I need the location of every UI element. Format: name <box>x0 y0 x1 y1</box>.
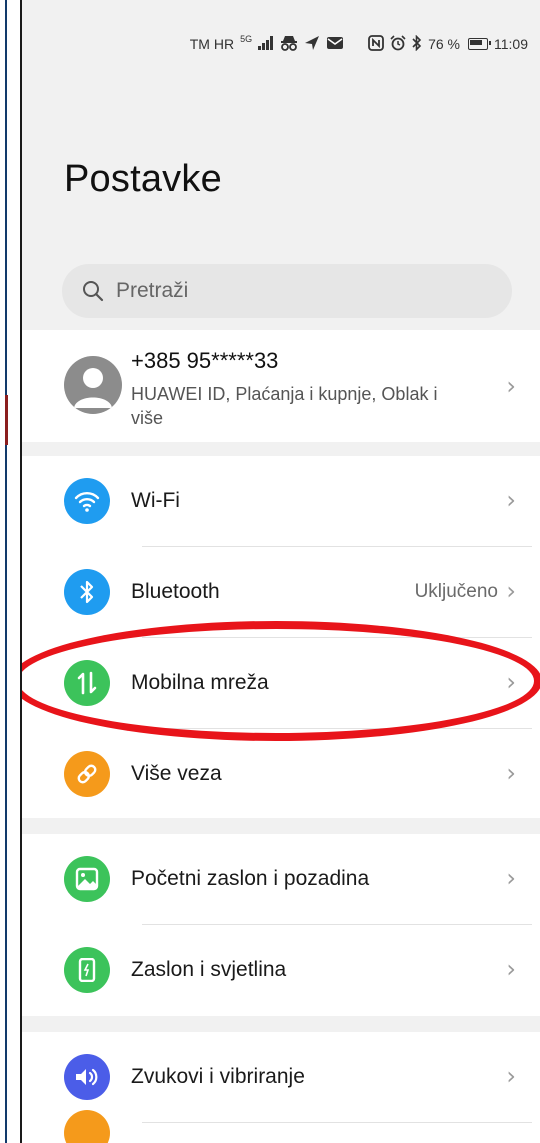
page-title: Postavke <box>64 158 222 200</box>
account-subtitle: HUAWEI ID, Plaćanja i kupnje, Oblak i vi… <box>131 384 438 428</box>
settings-item-label: Bluetooth <box>131 580 220 603</box>
connectivity-group: Wi-Fi › Bluetooth Uključeno › Mobilna mr… <box>22 456 540 818</box>
chevron-right-icon: › <box>506 486 516 514</box>
display-brightness-icon <box>64 947 110 993</box>
avatar <box>64 356 122 414</box>
account-phone: +385 95*****33 <box>131 348 279 373</box>
message-icon <box>326 36 344 53</box>
settings-item-mobile-network[interactable]: Mobilna mreža › <box>22 638 540 728</box>
settings-item-home-wallpaper[interactable]: Početni zaslon i pozadina › <box>22 834 540 924</box>
clock: 11:09 <box>494 36 528 52</box>
outer-frame <box>0 0 20 1143</box>
wallpaper-icon <box>64 856 110 902</box>
settings-item-wifi[interactable]: Wi-Fi › <box>22 456 540 546</box>
bluetooth-status-value: Uključeno <box>414 581 498 602</box>
chevron-right-icon: › <box>506 1062 516 1090</box>
display-group: Početni zaslon i pozadina › Zaslon i svj… <box>22 834 540 1016</box>
settings-item-more-connections[interactable]: Više veza › <box>22 729 540 819</box>
settings-item-label: Početni zaslon i pozadina <box>131 867 370 890</box>
chevron-right-icon: › <box>506 955 516 983</box>
status-bar: TM HR 5G 76 % 11:09 <box>190 30 528 58</box>
nfc-icon <box>368 34 384 54</box>
mobile-data-icon <box>64 660 110 706</box>
wifi-icon <box>64 478 110 524</box>
settings-item-label: Zaslon i svjetlina <box>131 958 287 981</box>
bluetooth-status-icon <box>412 34 422 54</box>
settings-item-label: Mobilna mreža <box>131 671 269 694</box>
battery-percent: 76 % <box>428 36 460 52</box>
chevron-right-icon: › <box>506 864 516 892</box>
carrier-label: TM HR <box>189 36 235 52</box>
chevron-right-icon: › <box>506 668 516 696</box>
battery-icon <box>468 38 491 50</box>
settings-screen: TM HR 5G 76 % 11:09 Postavke Pretraži +3… <box>20 0 540 1143</box>
settings-item-label: Wi-Fi <box>131 489 180 512</box>
frame-edge-mark <box>5 395 8 445</box>
incognito-icon <box>280 35 298 54</box>
account-row[interactable]: +385 95*****33 HUAWEI ID, Plaćanja i kup… <box>22 330 540 440</box>
network-type-label: 5G <box>240 34 253 44</box>
link-icon <box>64 751 110 797</box>
search-bar[interactable] <box>62 264 512 318</box>
search-icon <box>82 280 104 302</box>
settings-item-sounds-vibration[interactable]: Zvukovi i vibriranje › <box>22 1032 540 1122</box>
bluetooth-icon <box>64 569 110 615</box>
settings-item-bluetooth[interactable]: Bluetooth Uključeno › <box>22 547 540 637</box>
alarm-icon <box>390 34 406 54</box>
location-arrow-icon <box>304 35 320 54</box>
chevron-right-icon: › <box>506 372 516 400</box>
divider <box>142 1122 532 1123</box>
frame-edge-line <box>5 0 7 1143</box>
chevron-right-icon: › <box>506 759 516 787</box>
signal-icon <box>258 35 274 53</box>
settings-item-display-brightness[interactable]: Zaslon i svjetlina › <box>22 925 540 1015</box>
settings-item-label: Više veza <box>131 762 222 785</box>
settings-item-label: Zvukovi i vibriranje <box>131 1065 305 1088</box>
search-input[interactable] <box>116 279 456 303</box>
sound-icon <box>64 1054 110 1100</box>
chevron-right-icon: › <box>506 577 516 605</box>
